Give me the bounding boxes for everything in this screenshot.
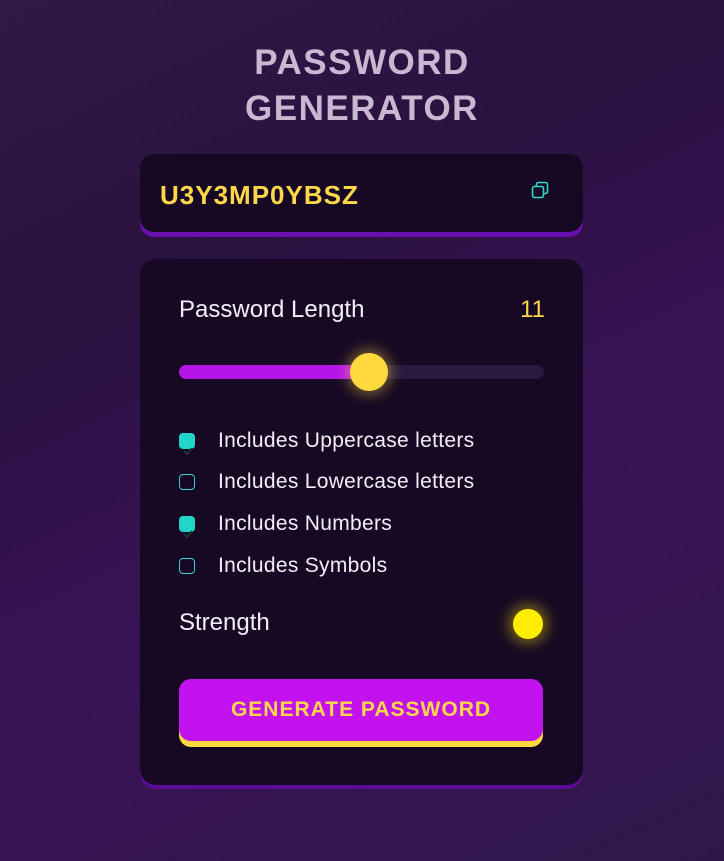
numbers-checkbox[interactable] [179, 516, 195, 539]
symbols-label: Includes Symbols [218, 554, 388, 577]
password-length-label: Password Length [179, 296, 365, 323]
slider-thumb[interactable] [349, 353, 388, 391]
uppercase-label: Includes Uppercase letters [218, 429, 475, 452]
page-title: PASSWORD GENERATOR [0, 40, 724, 132]
length-slider[interactable] [179, 353, 544, 391]
option-lowercase[interactable]: Includes Lowercase letters [179, 470, 539, 496]
title-line-2: GENERATOR [245, 89, 479, 128]
checkmark-icon [183, 530, 193, 539]
strength-label: Strength [179, 609, 270, 636]
symbols-checkbox[interactable] [179, 558, 195, 574]
option-uppercase[interactable]: Includes Uppercase letters [179, 429, 539, 456]
copy-icon[interactable] [530, 180, 552, 202]
generate-password-button[interactable]: GENERATE PASSWORD [179, 679, 543, 741]
option-numbers[interactable]: Includes Numbers [179, 512, 539, 539]
lowercase-label: Includes Lowercase letters [218, 470, 475, 493]
slider-fill [179, 365, 369, 379]
option-symbols[interactable]: Includes Symbols [179, 554, 539, 580]
numbers-label: Includes Numbers [218, 512, 393, 535]
title-line-1: PASSWORD [254, 43, 470, 82]
password-output-card: U3Y3MP0YBSZ [140, 154, 583, 232]
settings-card: Password Length 11 Includes Uppercase le… [140, 259, 583, 785]
password-length-value: 11 [520, 296, 545, 323]
strength-indicator [513, 609, 543, 639]
checkmark-icon [183, 447, 193, 456]
generated-password: U3Y3MP0YBSZ [160, 180, 359, 210]
uppercase-checkbox[interactable] [179, 433, 195, 456]
lowercase-checkbox[interactable] [179, 474, 195, 490]
